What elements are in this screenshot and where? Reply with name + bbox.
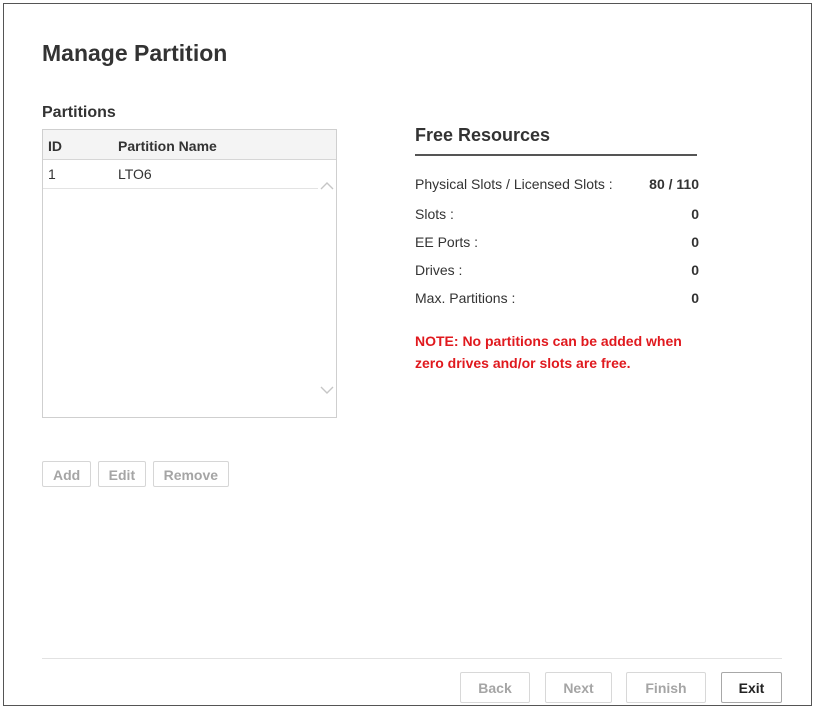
- table-row[interactable]: 1 LTO6: [43, 160, 318, 189]
- finish-button[interactable]: Finish: [626, 672, 706, 703]
- free-resources-title: Free Resources: [415, 125, 551, 145]
- cell-partition-name: LTO6: [118, 166, 152, 182]
- next-button[interactable]: Next: [545, 672, 612, 703]
- partitions-table: ID Partition Name 1 LTO6: [42, 129, 337, 418]
- resource-label: EE Ports :: [415, 234, 479, 250]
- edit-button[interactable]: Edit: [97, 461, 147, 487]
- column-header-id[interactable]: ID: [48, 138, 62, 154]
- note-line-1: NOTE: No partitions can be added when: [415, 333, 682, 349]
- resource-label: Drives :: [415, 262, 463, 278]
- resource-value: 80 / 110: [649, 176, 699, 192]
- note-line-2: zero drives and/or slots are free.: [415, 355, 631, 371]
- partition-actions: Add Edit Remove: [42, 461, 231, 487]
- resource-value: 0: [691, 290, 699, 306]
- resource-value: 0: [691, 206, 699, 222]
- divider: [415, 154, 697, 156]
- cell-id: 1: [48, 166, 56, 182]
- resource-label: Slots :: [415, 206, 454, 222]
- resource-value: 0: [691, 234, 699, 250]
- add-button[interactable]: Add: [42, 461, 92, 487]
- chevron-down-icon[interactable]: [318, 381, 336, 399]
- chevron-up-icon[interactable]: [318, 177, 336, 195]
- column-header-partition-name[interactable]: Partition Name: [118, 138, 217, 154]
- resource-label: Max. Partitions :: [415, 290, 516, 306]
- resource-value: 0: [691, 262, 699, 278]
- exit-button[interactable]: Exit: [721, 672, 782, 703]
- page-title: Manage Partition: [42, 40, 228, 66]
- table-header: ID Partition Name: [43, 130, 336, 160]
- resource-label: Physical Slots / Licensed Slots :: [415, 176, 613, 192]
- remove-button[interactable]: Remove: [152, 461, 230, 487]
- footer-divider: [42, 658, 782, 659]
- dialog-frame: Manage Partition Partitions ID Partition…: [3, 3, 812, 706]
- note-warning: NOTE: No partitions can be added when ze…: [415, 330, 735, 374]
- partitions-heading: Partitions: [42, 104, 116, 121]
- back-button[interactable]: Back: [460, 672, 530, 703]
